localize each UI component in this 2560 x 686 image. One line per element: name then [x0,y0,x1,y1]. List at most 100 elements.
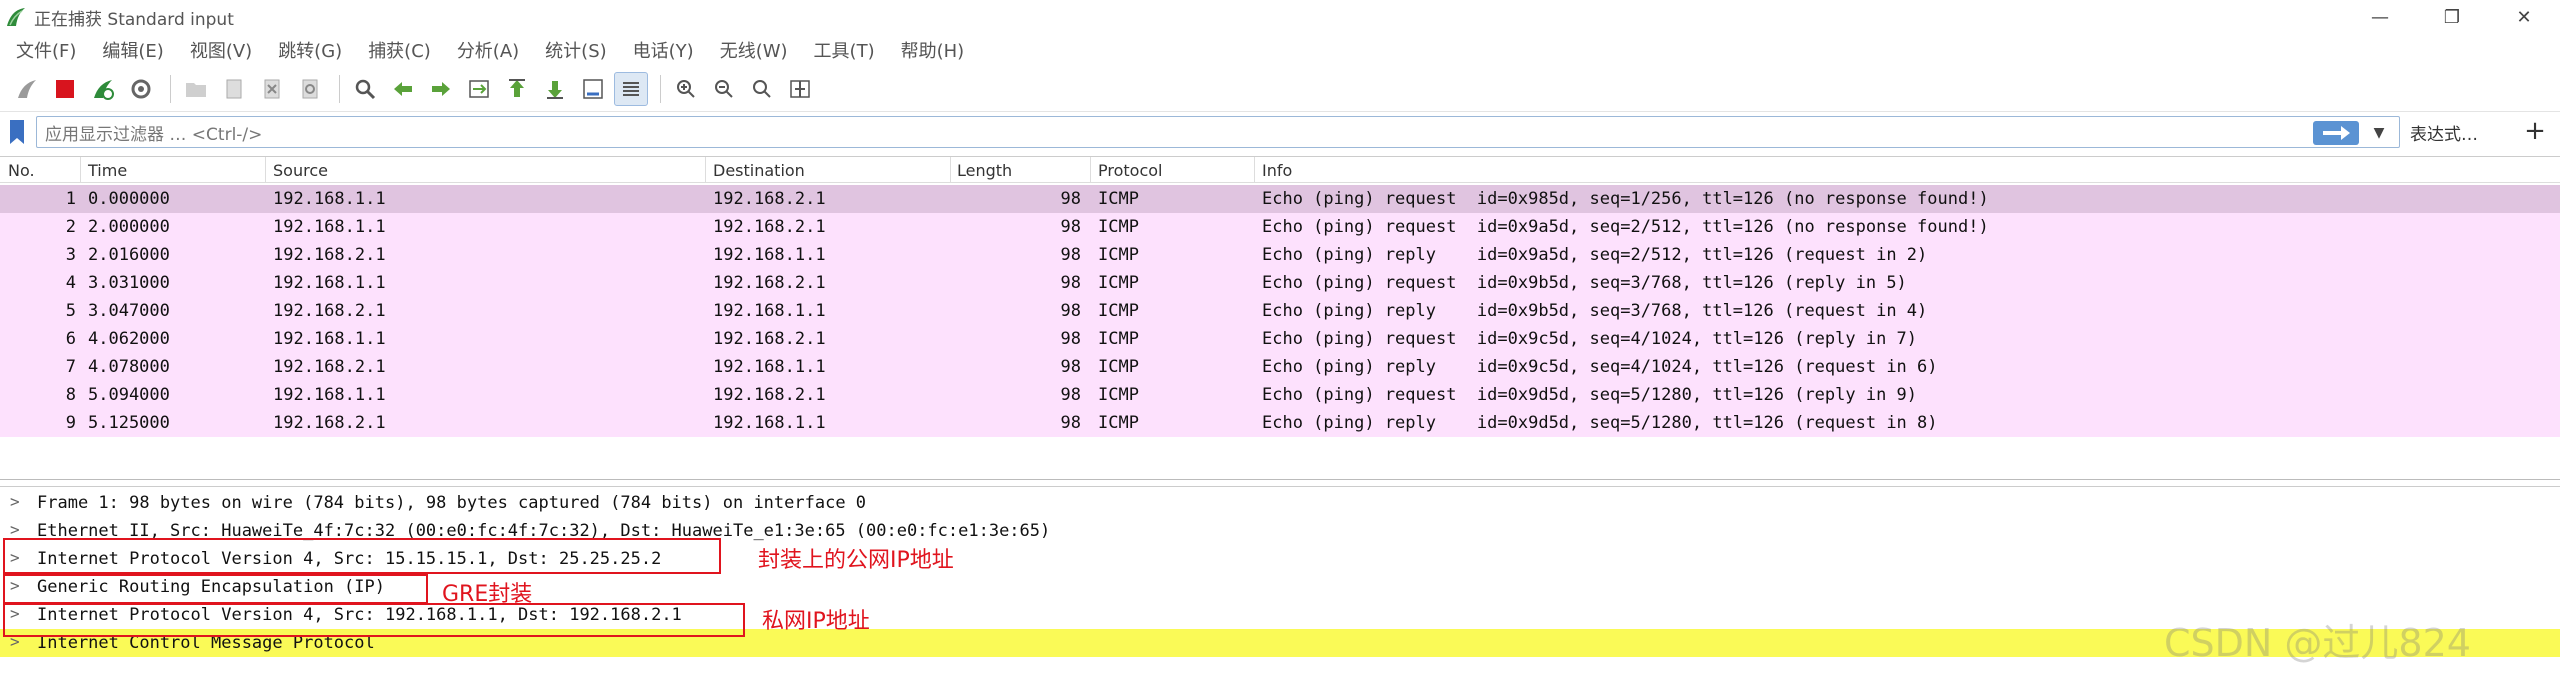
go-back-button[interactable] [386,72,420,106]
packet-source: 192.168.1.1 [273,273,386,293]
display-filter-input[interactable]: 应用显示过滤器 … <Ctrl-/> ▼ [36,116,2400,148]
packet-length: 98 [1060,385,1081,405]
menu-telephony[interactable]: 电话(Y) [633,37,694,63]
packet-info: Echo (ping) reply id=0x9b5d, seq=3/768, … [1262,301,1928,321]
open-file-button[interactable] [179,72,213,106]
packet-destination: 192.168.1.1 [713,357,826,377]
folder-icon [186,82,206,97]
stop-capture-button[interactable] [48,72,82,106]
menu-tools[interactable]: 工具(T) [814,37,875,63]
resize-columns-button[interactable] [783,72,817,106]
column-header-time[interactable]: Time [88,161,127,180]
shark-fin-icon [18,79,36,98]
apply-filter-button[interactable] [2313,121,2359,145]
packet-protocol: ICMP [1098,273,1139,293]
annotation-public-ip: 封装上的公网IP地址 [758,548,954,573]
zoom-out-button[interactable] [707,72,741,106]
packet-list-header: No. Time Source Destination Length Proto… [0,157,2560,183]
zoom-reset-icon [753,79,771,98]
arrow-down-icon [547,80,563,99]
packet-info: Echo (ping) request id=0x9c5d, seq=4/102… [1262,329,1918,349]
menu-file[interactable]: 文件(F) [16,37,76,63]
save-file-button[interactable] [217,72,251,106]
packet-source: 192.168.1.1 [273,189,386,209]
packet-row[interactable]: 5 3.047000 192.168.2.1 192.168.1.1 98 IC… [0,297,2560,325]
packet-row[interactable]: 8 5.094000 192.168.1.1 192.168.2.1 98 IC… [0,381,2560,409]
annotation-box-public-ip [3,538,721,574]
packet-protocol: ICMP [1098,385,1139,405]
colorize-button[interactable] [614,71,648,106]
packet-time: 3.047000 [88,301,170,321]
column-header-info[interactable]: Info [1262,161,1292,180]
menu-analyze[interactable]: 分析(A) [457,37,519,63]
packet-row[interactable]: 6 4.062000 192.168.1.1 192.168.2.1 98 IC… [0,325,2560,353]
add-filter-button[interactable]: + [2520,116,2550,146]
menu-edit[interactable]: 编辑(E) [102,37,163,63]
stop-icon [56,79,74,98]
packet-source: 192.168.2.1 [273,245,386,265]
packet-no: 9 [65,413,76,433]
first-packet-button[interactable] [500,72,534,106]
packet-row[interactable]: 7 4.078000 192.168.2.1 192.168.1.1 98 IC… [0,353,2560,381]
packet-row[interactable]: 9 5.125000 192.168.2.1 192.168.1.1 98 IC… [0,409,2560,437]
minimize-icon[interactable]: — [2344,0,2416,34]
restart-capture-button[interactable] [86,72,120,106]
chevron-right-icon[interactable]: > [10,492,20,511]
packet-time: 4.062000 [88,329,170,349]
menu-wireless[interactable]: 无线(W) [720,37,788,63]
tree-item-label: Frame 1: 98 bytes on wire (784 bits), 98… [37,493,867,513]
reload-icon [302,79,318,98]
column-header-no[interactable]: No. [8,161,35,180]
menu-view[interactable]: 视图(V) [190,37,252,63]
packet-destination: 192.168.2.1 [713,329,826,349]
reload-button[interactable] [293,72,327,106]
go-forward-button[interactable] [424,72,458,106]
packet-no: 1 [65,189,76,209]
search-icon [355,79,376,99]
find-packet-button[interactable] [348,72,382,106]
tree-item-frame[interactable]: > Frame 1: 98 bytes on wire (784 bits), … [0,489,2560,517]
bookmark-icon[interactable] [6,117,28,147]
packet-no: 7 [65,357,76,377]
packet-protocol: ICMP [1098,413,1139,433]
packet-protocol: ICMP [1098,357,1139,377]
column-header-source[interactable]: Source [273,161,328,180]
expression-button[interactable]: 表达式… [2410,120,2478,145]
menu-go[interactable]: 跳转(G) [278,37,342,63]
packet-protocol: ICMP [1098,245,1139,265]
packet-destination: 192.168.1.1 [713,413,826,433]
menu-help[interactable]: 帮助(H) [901,37,965,63]
packet-length: 98 [1060,301,1081,321]
start-capture-button[interactable] [10,72,44,106]
packet-source: 192.168.2.1 [273,357,386,377]
packet-row[interactable]: 1 0.000000 192.168.1.1 192.168.2.1 98 IC… [0,185,2560,213]
packet-row[interactable]: 2 2.000000 192.168.1.1 192.168.2.1 98 IC… [0,213,2560,241]
column-header-destination[interactable]: Destination [713,161,805,180]
packet-length: 98 [1060,189,1081,209]
packet-source: 192.168.1.1 [273,385,386,405]
main-toolbar [0,66,2560,112]
go-to-packet-button[interactable] [462,72,496,106]
menu-capture[interactable]: 捕获(C) [368,37,431,63]
wireshark-fin-icon [7,8,25,26]
packet-row[interactable]: 4 3.031000 192.168.1.1 192.168.2.1 98 IC… [0,269,2560,297]
restore-icon[interactable]: ❐ [2416,0,2488,34]
close-icon[interactable]: ✕ [2488,0,2560,34]
packet-row[interactable]: 3 2.016000 192.168.2.1 192.168.1.1 98 IC… [0,241,2560,269]
menu-statistics[interactable]: 统计(S) [545,37,606,63]
packet-destination: 192.168.2.1 [713,189,826,209]
close-file-button[interactable] [255,72,289,106]
capture-options-button[interactable] [124,72,158,106]
autoscroll-button[interactable] [576,72,610,106]
column-header-length[interactable]: Length [957,161,1012,180]
chevron-down-icon[interactable]: ▼ [2367,121,2391,145]
packet-protocol: ICMP [1098,189,1139,209]
packet-info: Echo (ping) request id=0x985d, seq=1/256… [1262,189,1989,209]
packet-no: 8 [65,385,76,405]
packet-no: 3 [65,245,76,265]
zoom-in-button[interactable] [669,72,703,106]
last-packet-button[interactable] [538,72,572,106]
chevron-right-icon[interactable]: > [10,520,20,539]
normal-size-button[interactable] [745,72,779,106]
column-header-protocol[interactable]: Protocol [1098,161,1162,180]
